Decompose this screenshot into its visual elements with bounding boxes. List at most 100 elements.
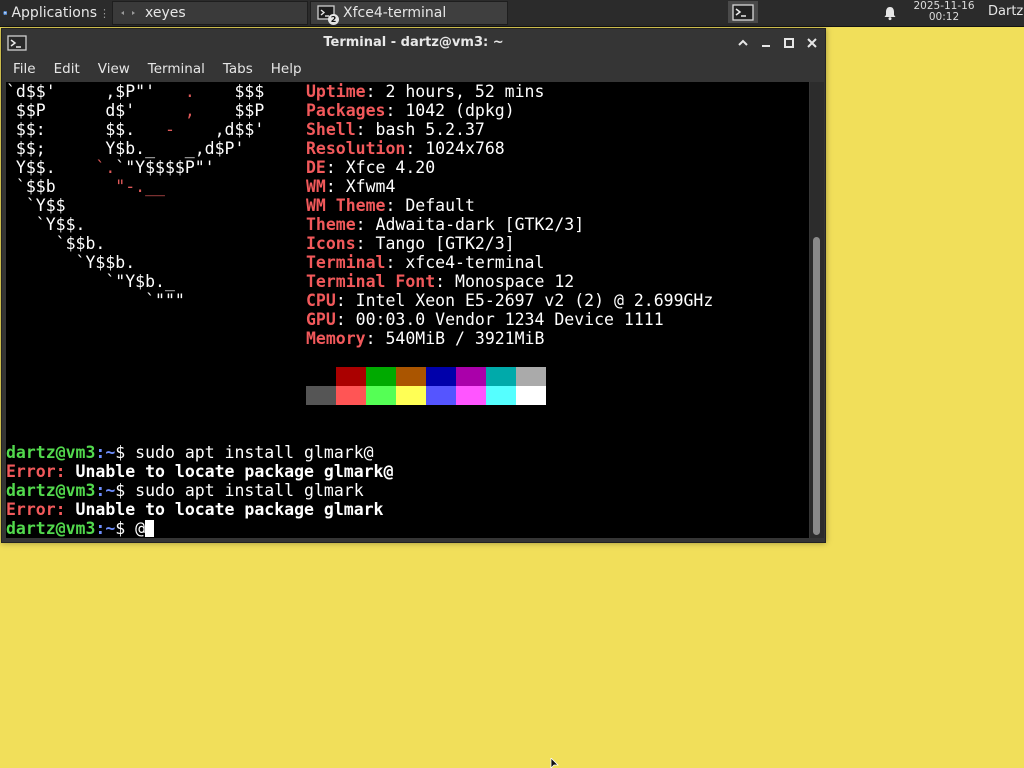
menu-handle-icon: ⋮ [99, 6, 110, 20]
sysinfo-value: : Adwaita-dark [GTK2/3] [355, 215, 585, 234]
sysinfo-key: Theme [306, 215, 356, 234]
ascii-logo-segment: `. [95, 158, 116, 177]
ascii-logo-segment: $$P [194, 101, 265, 120]
prompt-path: :~ [95, 443, 116, 462]
user-menu[interactable]: Dartz [988, 4, 1023, 19]
xeyes-app-icon [121, 11, 135, 15]
command-text: @ [125, 519, 146, 538]
taskbar-item-label: Xfce4-terminal [343, 5, 447, 21]
sysinfo-value: : bash 5.2.37 [355, 120, 485, 139]
sysinfo-row: Theme: Adwaita-dark [GTK2/3] [306, 215, 713, 234]
sysinfo-row: Packages: 1042 (dpkg) [306, 101, 713, 120]
menu-file[interactable]: File [2, 61, 43, 77]
error-label: Error: [6, 462, 66, 481]
sysinfo-key: Packages [306, 101, 386, 120]
sysinfo-value: : Monospace 12 [435, 272, 575, 291]
sysinfo-row: DE: Xfce 4.20 [306, 158, 713, 177]
ascii-logo-segment: `"Y$$$$P"' [115, 158, 215, 177]
menu-tabs[interactable]: Tabs [212, 61, 260, 77]
sysinfo-key: Icons [306, 234, 356, 253]
sysinfo-value: : 00:03.0 Vendor 1234 Device 1111 [335, 310, 664, 329]
terminal-app-icon: 2 [317, 4, 339, 25]
color-palette [306, 367, 546, 405]
ascii-logo-segment: - [164, 120, 175, 139]
sysinfo-key: Shell [306, 120, 356, 139]
minimize-icon[interactable] [758, 35, 774, 51]
sysinfo-key: WM [306, 177, 326, 196]
menu-help[interactable]: Help [260, 61, 309, 77]
ascii-logo-segment: ,d$$' [174, 120, 265, 139]
sysinfo-key: Memory [306, 329, 366, 348]
sysinfo-row: Icons: Tango [GTK2/3] [306, 234, 713, 253]
palette-swatch [516, 386, 546, 405]
palette-swatch [486, 386, 516, 405]
sysinfo-row: CPU: Intel Xeon E5-2697 v2 (2) @ 2.699GH… [306, 291, 713, 310]
window-count-badge: 2 [328, 14, 339, 25]
ascii-logo-segment: . [184, 82, 195, 101]
prompt-user-host: dartz@vm3 [6, 481, 96, 500]
sysinfo-value: : Intel Xeon E5-2697 v2 (2) @ 2.699GHz [335, 291, 714, 310]
ascii-logo-segment: `d$$' ,$P"' [6, 82, 185, 101]
prompt-symbol: $ [115, 443, 126, 462]
sysinfo-row: Resolution: 1024x768 [306, 139, 713, 158]
sysinfo-key: DE [306, 158, 326, 177]
palette-swatch [336, 386, 366, 405]
command-line: dartz@vm3:~$ sudo apt install glmark [6, 481, 393, 500]
sysinfo-value: : 540MiB / 3921MiB [365, 329, 545, 348]
sysinfo-row: Terminal Font: Monospace 12 [306, 272, 713, 291]
prompt-path: :~ [95, 519, 116, 538]
menu-terminal[interactable]: Terminal [137, 61, 212, 77]
palette-swatch [426, 367, 456, 386]
error-label: Error: [6, 500, 66, 519]
sysinfo-value: : 2 hours, 52 mins [365, 82, 545, 101]
palette-swatch [336, 367, 366, 386]
debian-ascii-logo: `d$$' ,$P"' . $$$ $$P d$' , $$P $$: $$. … [6, 82, 264, 310]
applications-menu-button[interactable]: Applications ⋮ [0, 0, 110, 26]
sysinfo-value: : 1042 (dpkg) [385, 101, 515, 120]
sysinfo-value: : xfce4-terminal [385, 253, 545, 272]
palette-swatch [366, 367, 396, 386]
ascii-logo-segment: Y$$. [6, 158, 96, 177]
sysinfo-row: Shell: bash 5.2.37 [306, 120, 713, 139]
ascii-logo-segment: $$$ [194, 82, 265, 101]
window-titlebar[interactable]: Terminal - dartz@vm3: ~ [2, 29, 825, 57]
sysinfo-row: WM Theme: Default [306, 196, 713, 215]
palette-swatch [396, 367, 426, 386]
ascii-logo-segment: `""" [6, 291, 185, 310]
taskbar-item-xeyes[interactable]: xeyes [112, 1, 308, 25]
text-cursor [145, 520, 155, 537]
mouse-cursor-icon [550, 758, 559, 768]
palette-swatch [396, 386, 426, 405]
sysinfo-value: : Tango [GTK2/3] [355, 234, 515, 253]
sysinfo-key: Resolution [306, 139, 406, 158]
panel-clock[interactable]: 2025-11-16 00:12 [902, 1, 986, 23]
applications-menu-label: Applications [11, 5, 97, 21]
error-message: Unable to locate package glmark [65, 500, 384, 519]
ascii-logo-segment: `$$b. [6, 234, 106, 253]
ascii-logo-segment: $$: $$. [6, 120, 165, 139]
menu-view[interactable]: View [87, 61, 137, 77]
roll-up-icon[interactable] [735, 35, 751, 51]
top-panel: Applications ⋮ xeyes 2 Xfce4-terminal 20… [0, 0, 1024, 27]
sysinfo-key: Terminal [306, 253, 386, 272]
taskbar-item-label: xeyes [145, 5, 186, 21]
maximize-icon[interactable] [781, 35, 797, 51]
sysinfo-value: : Default [385, 196, 475, 215]
command-text: sudo apt install glmark@ [125, 443, 374, 462]
terminal-scrollbar[interactable] [810, 82, 824, 538]
scrollbar-thumb[interactable] [813, 237, 820, 535]
command-text: sudo apt install glmark [125, 481, 364, 500]
error-line: Error: Unable to locate package glmark@ [6, 462, 393, 481]
notification-bell-icon[interactable] [882, 5, 898, 21]
sysinfo-row: Memory: 540MiB / 3921MiB [306, 329, 713, 348]
close-icon[interactable] [804, 35, 820, 51]
sysinfo-row: Uptime: 2 hours, 52 mins [306, 82, 713, 101]
menu-edit[interactable]: Edit [43, 61, 87, 77]
taskbar-item-terminal[interactable]: 2 Xfce4-terminal [310, 1, 508, 25]
terminal-launcher-button[interactable] [728, 1, 758, 23]
prompt-symbol: $ [115, 519, 126, 538]
palette-swatch [306, 386, 336, 405]
error-message: Unable to locate package glmark@ [65, 462, 394, 481]
sysinfo-key: CPU [306, 291, 336, 310]
terminal-screen[interactable]: `d$$' ,$P"' . $$$ $$P d$' , $$P $$: $$. … [6, 82, 809, 538]
